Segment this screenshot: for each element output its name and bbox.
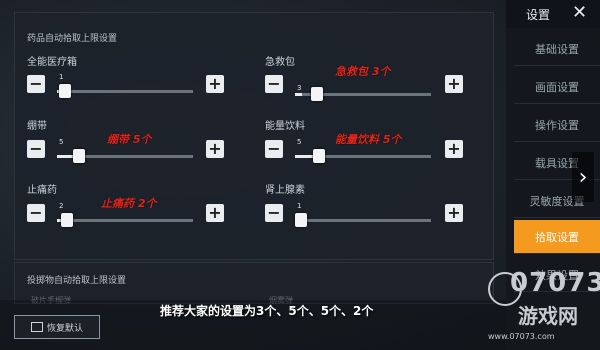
throwables-settings-panel: 投掷物自动拾取上限设置 破片手榴弹 烟雾弹 xyxy=(14,262,494,305)
increase-button[interactable]: + xyxy=(206,75,224,93)
item-value: 1 xyxy=(297,202,302,210)
section-title: 投掷物自动拾取上限设置 xyxy=(27,276,127,286)
item-label-first-aid-kit: 全能医疗箱 xyxy=(27,57,77,68)
watermark: 07073 游戏网 www.07073.com xyxy=(484,262,600,350)
item-value: 3 xyxy=(297,84,302,92)
sidebar-title: 设置 xyxy=(526,8,551,22)
medicine-settings-panel: 药品自动拾取上限设置 全能医疗箱 − 1 + 急救包 − 3 + 急救包 3个 … xyxy=(14,12,494,260)
slider[interactable] xyxy=(295,149,431,163)
item-value: 5 xyxy=(59,138,64,146)
item-label-adrenaline: 肾上腺素 xyxy=(265,185,305,196)
reset-icon xyxy=(30,322,43,332)
increase-button[interactable]: + xyxy=(206,204,224,222)
slider-knob[interactable] xyxy=(295,213,307,227)
slider-knob[interactable] xyxy=(311,87,323,101)
slider[interactable] xyxy=(295,213,431,227)
panel-title: 药品自动拾取上限设置 xyxy=(27,34,118,44)
decrease-button[interactable]: − xyxy=(265,140,283,158)
decrease-button[interactable]: − xyxy=(27,204,45,222)
sidebar-item-graphics[interactable]: 画面设置 xyxy=(514,70,600,104)
sidebar-item-pickup[interactable]: 拾取设置 xyxy=(514,220,600,254)
slider-knob[interactable] xyxy=(59,84,71,98)
slider-knob[interactable] xyxy=(313,149,325,163)
sidebar-item-basic[interactable]: 基础设置 xyxy=(514,32,600,66)
slider-fill xyxy=(295,93,302,96)
slider[interactable] xyxy=(57,149,193,163)
increase-button[interactable]: + xyxy=(206,140,224,158)
slider[interactable] xyxy=(57,84,193,98)
slider[interactable] xyxy=(295,87,431,101)
decrease-button[interactable]: − xyxy=(265,75,283,93)
close-icon[interactable]: ✕ xyxy=(572,2,587,23)
sidebar-header: 设置 ✕ xyxy=(506,0,600,28)
item-label-energy-drink: 能量饮料 xyxy=(265,121,305,132)
item-value: 1 xyxy=(59,73,64,81)
item-label-painkiller: 止痛药 xyxy=(27,185,57,196)
slider[interactable] xyxy=(57,213,193,227)
item-value: 5 xyxy=(297,138,302,146)
watermark-number: 07073 xyxy=(510,268,600,298)
increase-button[interactable]: + xyxy=(445,204,463,222)
increase-button[interactable]: + xyxy=(445,75,463,93)
annotation-first-aid: 急救包 3个 xyxy=(335,65,391,78)
decrease-button[interactable]: − xyxy=(265,204,283,222)
recommendation-caption: 推荐大家的设置为3个、5个、5个、2个 xyxy=(160,304,374,318)
reset-label: 恢复默认 xyxy=(46,323,83,334)
watermark-text: 游戏网 xyxy=(518,304,578,328)
slider-fill xyxy=(295,155,313,158)
reset-default-button[interactable]: 恢复默认 xyxy=(14,315,100,339)
annotation-bandage: 绷带 5个 xyxy=(107,133,152,146)
increase-button[interactable]: + xyxy=(445,140,463,158)
watermark-url: www.07073.com xyxy=(488,332,555,341)
item-value: 2 xyxy=(59,202,64,210)
annotation-painkiller: 止痛药 2个 xyxy=(101,197,157,210)
annotation-energy-drink: 能量饮料 5个 xyxy=(335,133,402,146)
chevron-right-icon[interactable]: › xyxy=(572,152,594,202)
sidebar-item-controls[interactable]: 操作设置 xyxy=(514,108,600,142)
item-label-first-aid: 急救包 xyxy=(265,57,295,68)
item-label-bandage: 绷带 xyxy=(27,121,47,132)
slider-knob[interactable] xyxy=(73,149,85,163)
decrease-button[interactable]: − xyxy=(27,75,45,93)
slider-knob[interactable] xyxy=(61,213,73,227)
decrease-button[interactable]: − xyxy=(27,140,45,158)
